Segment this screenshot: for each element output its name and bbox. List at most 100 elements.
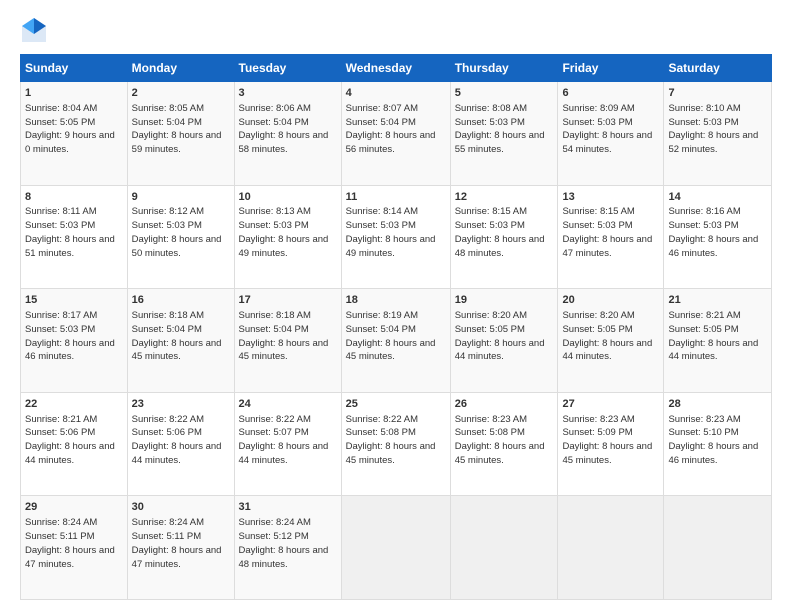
calendar-week-row: 15 Sunrise: 8:17 AMSunset: 5:03 PMDaylig… — [21, 289, 772, 393]
day-number: 10 — [239, 190, 337, 205]
day-info: Sunrise: 8:21 AMSunset: 5:05 PMDaylight:… — [668, 310, 758, 362]
calendar-cell: 15 Sunrise: 8:17 AMSunset: 5:03 PMDaylig… — [21, 289, 128, 393]
day-info: Sunrise: 8:23 AMSunset: 5:10 PMDaylight:… — [668, 414, 758, 466]
calendar-table: SundayMondayTuesdayWednesdayThursdayFrid… — [20, 54, 772, 600]
calendar-cell: 5 Sunrise: 8:08 AMSunset: 5:03 PMDayligh… — [450, 82, 558, 186]
calendar-cell: 18 Sunrise: 8:19 AMSunset: 5:04 PMDaylig… — [341, 289, 450, 393]
calendar-body: 1 Sunrise: 8:04 AMSunset: 5:05 PMDayligh… — [21, 82, 772, 600]
day-info: Sunrise: 8:15 AMSunset: 5:03 PMDaylight:… — [455, 206, 545, 258]
day-info: Sunrise: 8:18 AMSunset: 5:04 PMDaylight:… — [132, 310, 222, 362]
day-number: 16 — [132, 293, 230, 308]
day-info: Sunrise: 8:24 AMSunset: 5:12 PMDaylight:… — [239, 517, 329, 569]
calendar-cell: 28 Sunrise: 8:23 AMSunset: 5:10 PMDaylig… — [664, 392, 772, 496]
logo — [20, 16, 52, 44]
header-cell-tuesday: Tuesday — [234, 55, 341, 82]
calendar-cell: 9 Sunrise: 8:12 AMSunset: 5:03 PMDayligh… — [127, 185, 234, 289]
header-row: SundayMondayTuesdayWednesdayThursdayFrid… — [21, 55, 772, 82]
calendar-cell: 12 Sunrise: 8:15 AMSunset: 5:03 PMDaylig… — [450, 185, 558, 289]
day-number: 24 — [239, 397, 337, 412]
day-number: 4 — [346, 86, 446, 101]
calendar-cell — [664, 496, 772, 600]
day-number: 26 — [455, 397, 554, 412]
day-info: Sunrise: 8:05 AMSunset: 5:04 PMDaylight:… — [132, 103, 222, 155]
day-info: Sunrise: 8:10 AMSunset: 5:03 PMDaylight:… — [668, 103, 758, 155]
calendar-cell: 21 Sunrise: 8:21 AMSunset: 5:05 PMDaylig… — [664, 289, 772, 393]
calendar-week-row: 29 Sunrise: 8:24 AMSunset: 5:11 PMDaylig… — [21, 496, 772, 600]
day-number: 13 — [562, 190, 659, 205]
calendar-cell: 1 Sunrise: 8:04 AMSunset: 5:05 PMDayligh… — [21, 82, 128, 186]
day-info: Sunrise: 8:13 AMSunset: 5:03 PMDaylight:… — [239, 206, 329, 258]
day-number: 20 — [562, 293, 659, 308]
day-info: Sunrise: 8:07 AMSunset: 5:04 PMDaylight:… — [346, 103, 436, 155]
header-cell-saturday: Saturday — [664, 55, 772, 82]
header-cell-friday: Friday — [558, 55, 664, 82]
calendar-cell: 6 Sunrise: 8:09 AMSunset: 5:03 PMDayligh… — [558, 82, 664, 186]
day-info: Sunrise: 8:20 AMSunset: 5:05 PMDaylight:… — [562, 310, 652, 362]
header-cell-sunday: Sunday — [21, 55, 128, 82]
calendar-cell: 25 Sunrise: 8:22 AMSunset: 5:08 PMDaylig… — [341, 392, 450, 496]
day-info: Sunrise: 8:23 AMSunset: 5:09 PMDaylight:… — [562, 414, 652, 466]
day-number: 7 — [668, 86, 767, 101]
calendar-week-row: 22 Sunrise: 8:21 AMSunset: 5:06 PMDaylig… — [21, 392, 772, 496]
day-number: 27 — [562, 397, 659, 412]
day-number: 22 — [25, 397, 123, 412]
calendar-cell: 22 Sunrise: 8:21 AMSunset: 5:06 PMDaylig… — [21, 392, 128, 496]
day-number: 19 — [455, 293, 554, 308]
calendar-cell: 26 Sunrise: 8:23 AMSunset: 5:08 PMDaylig… — [450, 392, 558, 496]
day-info: Sunrise: 8:24 AMSunset: 5:11 PMDaylight:… — [132, 517, 222, 569]
day-info: Sunrise: 8:04 AMSunset: 5:05 PMDaylight:… — [25, 103, 115, 155]
day-info: Sunrise: 8:24 AMSunset: 5:11 PMDaylight:… — [25, 517, 115, 569]
calendar-week-row: 1 Sunrise: 8:04 AMSunset: 5:05 PMDayligh… — [21, 82, 772, 186]
day-info: Sunrise: 8:12 AMSunset: 5:03 PMDaylight:… — [132, 206, 222, 258]
calendar-cell: 17 Sunrise: 8:18 AMSunset: 5:04 PMDaylig… — [234, 289, 341, 393]
day-number: 5 — [455, 86, 554, 101]
calendar-cell: 24 Sunrise: 8:22 AMSunset: 5:07 PMDaylig… — [234, 392, 341, 496]
day-number: 29 — [25, 500, 123, 515]
day-number: 14 — [668, 190, 767, 205]
day-number: 21 — [668, 293, 767, 308]
day-number: 11 — [346, 190, 446, 205]
day-number: 25 — [346, 397, 446, 412]
calendar-header: SundayMondayTuesdayWednesdayThursdayFrid… — [21, 55, 772, 82]
calendar-cell — [558, 496, 664, 600]
day-number: 28 — [668, 397, 767, 412]
day-info: Sunrise: 8:20 AMSunset: 5:05 PMDaylight:… — [455, 310, 545, 362]
calendar-cell: 11 Sunrise: 8:14 AMSunset: 5:03 PMDaylig… — [341, 185, 450, 289]
day-info: Sunrise: 8:16 AMSunset: 5:03 PMDaylight:… — [668, 206, 758, 258]
day-info: Sunrise: 8:17 AMSunset: 5:03 PMDaylight:… — [25, 310, 115, 362]
day-info: Sunrise: 8:21 AMSunset: 5:06 PMDaylight:… — [25, 414, 115, 466]
day-info: Sunrise: 8:22 AMSunset: 5:07 PMDaylight:… — [239, 414, 329, 466]
day-number: 1 — [25, 86, 123, 101]
day-info: Sunrise: 8:22 AMSunset: 5:06 PMDaylight:… — [132, 414, 222, 466]
day-info: Sunrise: 8:08 AMSunset: 5:03 PMDaylight:… — [455, 103, 545, 155]
day-number: 3 — [239, 86, 337, 101]
calendar-cell: 10 Sunrise: 8:13 AMSunset: 5:03 PMDaylig… — [234, 185, 341, 289]
day-info: Sunrise: 8:09 AMSunset: 5:03 PMDaylight:… — [562, 103, 652, 155]
calendar-cell: 23 Sunrise: 8:22 AMSunset: 5:06 PMDaylig… — [127, 392, 234, 496]
day-number: 17 — [239, 293, 337, 308]
calendar-cell: 31 Sunrise: 8:24 AMSunset: 5:12 PMDaylig… — [234, 496, 341, 600]
day-number: 30 — [132, 500, 230, 515]
day-info: Sunrise: 8:22 AMSunset: 5:08 PMDaylight:… — [346, 414, 436, 466]
calendar-cell: 8 Sunrise: 8:11 AMSunset: 5:03 PMDayligh… — [21, 185, 128, 289]
calendar-cell: 14 Sunrise: 8:16 AMSunset: 5:03 PMDaylig… — [664, 185, 772, 289]
day-number: 2 — [132, 86, 230, 101]
calendar-cell: 30 Sunrise: 8:24 AMSunset: 5:11 PMDaylig… — [127, 496, 234, 600]
page: SundayMondayTuesdayWednesdayThursdayFrid… — [0, 0, 792, 612]
day-info: Sunrise: 8:19 AMSunset: 5:04 PMDaylight:… — [346, 310, 436, 362]
day-info: Sunrise: 8:18 AMSunset: 5:04 PMDaylight:… — [239, 310, 329, 362]
calendar-cell: 3 Sunrise: 8:06 AMSunset: 5:04 PMDayligh… — [234, 82, 341, 186]
day-info: Sunrise: 8:15 AMSunset: 5:03 PMDaylight:… — [562, 206, 652, 258]
calendar-cell: 29 Sunrise: 8:24 AMSunset: 5:11 PMDaylig… — [21, 496, 128, 600]
header — [20, 16, 772, 44]
day-number: 15 — [25, 293, 123, 308]
calendar-cell — [450, 496, 558, 600]
calendar-cell: 4 Sunrise: 8:07 AMSunset: 5:04 PMDayligh… — [341, 82, 450, 186]
calendar-cell: 27 Sunrise: 8:23 AMSunset: 5:09 PMDaylig… — [558, 392, 664, 496]
calendar-week-row: 8 Sunrise: 8:11 AMSunset: 5:03 PMDayligh… — [21, 185, 772, 289]
calendar-cell: 2 Sunrise: 8:05 AMSunset: 5:04 PMDayligh… — [127, 82, 234, 186]
day-info: Sunrise: 8:14 AMSunset: 5:03 PMDaylight:… — [346, 206, 436, 258]
day-info: Sunrise: 8:06 AMSunset: 5:04 PMDaylight:… — [239, 103, 329, 155]
day-number: 9 — [132, 190, 230, 205]
header-cell-thursday: Thursday — [450, 55, 558, 82]
